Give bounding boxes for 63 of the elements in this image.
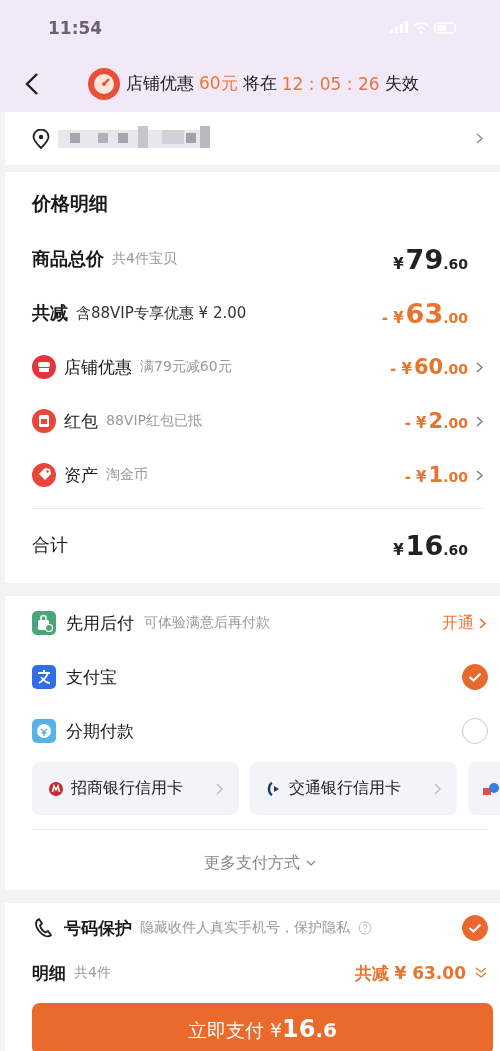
bank-logo-icon [267, 781, 281, 796]
phone-protection-note: 隐藏收件人真实手机号，保护隐私 [140, 919, 350, 937]
pay-now-button[interactable]: 立即支付 ¥16.6 [32, 1003, 493, 1051]
countdown-value: 60元 [199, 72, 238, 95]
check-icon [468, 672, 482, 682]
alarm-clock-icon [87, 66, 121, 101]
price-amount: - ¥63.00 [381, 297, 468, 329]
total-reduction: 共减 ¥ 63.00 [354, 961, 466, 985]
check-icon [468, 923, 482, 933]
countdown-value: 12 : 05 : 26 [281, 73, 380, 94]
price-amount: - ¥1.00 [404, 463, 468, 487]
location-icon [32, 128, 50, 149]
price-amount: ¥79.60 [393, 243, 468, 275]
price-note: 淘金币 [106, 466, 148, 484]
total-label: 合计 [32, 533, 68, 557]
radio-button[interactable] [462, 664, 488, 690]
shopping-bag-icon [32, 611, 56, 635]
detail-label: 明细 [32, 961, 66, 985]
payment-app-icon [32, 665, 56, 689]
installment-icon [32, 719, 56, 743]
price-amount: - ¥60.00 [390, 355, 468, 379]
chevron-right-icon[interactable] [476, 133, 483, 144]
price-label: 店铺优惠 [64, 355, 132, 379]
status-time: 11:54 [48, 17, 103, 38]
total-amount: ¥16.60 [393, 529, 468, 561]
payment-method-label: 支付宝 [66, 665, 117, 689]
envelope-icon [32, 409, 56, 433]
banner-text: 失效 [384, 72, 419, 95]
price-label: 商品总价 [32, 247, 104, 271]
payment-method-note: 可体验满意后再付款 [144, 614, 270, 632]
bank-logo-icon [49, 781, 63, 796]
price-label: 共减 [32, 301, 68, 325]
bank-logo-icon [482, 781, 500, 796]
price-note: 共4件宝贝 [112, 250, 177, 268]
banner-text: 店铺优惠 [126, 72, 194, 95]
bank-card-option[interactable]: 招商银行信用卡 [32, 762, 239, 815]
banner-text: 将在 [242, 72, 277, 95]
tag-icon [32, 463, 56, 487]
chevron-right-icon[interactable] [476, 361, 483, 373]
price-amount: - ¥2.00 [404, 409, 468, 433]
chevron-right-icon [216, 782, 223, 795]
chevron-down-icon [306, 860, 316, 866]
activate-link[interactable]: 开通 [442, 612, 486, 634]
shop-icon [32, 355, 56, 379]
section-title: 价格明细 [32, 191, 109, 216]
bank-card-option[interactable]: 交通银行信用卡 [250, 762, 457, 815]
back-icon[interactable] [25, 71, 39, 96]
chevron-right-icon[interactable] [476, 415, 483, 427]
payment-method-label: 先用后付 [66, 611, 134, 635]
price-label: 资产 [64, 463, 98, 487]
chevron-right-icon [434, 782, 441, 795]
price-note: 含88VIP专享优惠 ¥ 2.00 [76, 303, 247, 323]
price-note: 满79元减60元 [140, 358, 232, 376]
chevron-right-icon[interactable] [476, 469, 483, 481]
checkbox[interactable] [462, 915, 488, 941]
more-payment-methods-link[interactable]: 更多支付方式 [160, 836, 360, 890]
phone-protection-label: 号码保护 [64, 916, 132, 940]
chevron-right-icon [479, 617, 486, 629]
item-count: 共4件 [74, 964, 111, 982]
double-chevron-down-icon[interactable] [474, 966, 488, 980]
price-note: 88VIP红包已抵 [106, 412, 202, 430]
price-label: 红包 [64, 409, 98, 433]
payment-method-label: 分期付款 [66, 719, 134, 743]
